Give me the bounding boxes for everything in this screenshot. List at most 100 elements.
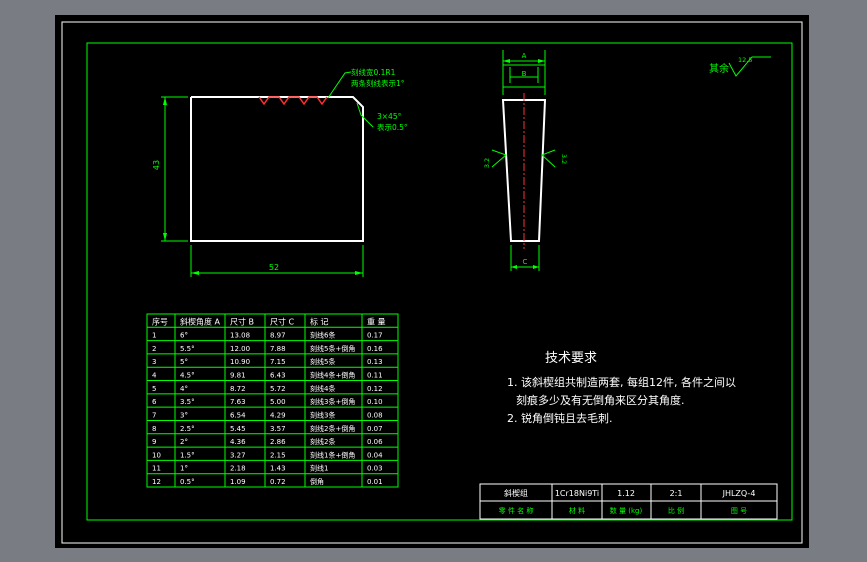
engraved-lines [258,96,328,106]
table-header-cell: 序号 [152,316,168,326]
roughness-right-value: 3.2 [560,154,568,164]
dim-width: 52 [269,263,279,272]
table-cell: 3.27 [230,451,246,459]
table-cell: 7.88 [270,345,286,353]
dim-B: B [522,70,527,78]
table-cell: 7.15 [270,358,286,366]
table-header-cell: 重 量 [367,316,386,326]
inner-frame [86,42,793,521]
table-cell: 4.36 [230,438,246,446]
table-cell: 4 [152,372,157,380]
table-cell: 8.97 [270,332,286,340]
table-cell: 刻线3条+倒角 [310,397,355,406]
table-cell: 7.63 [230,398,246,406]
table-cell: 刻线6条 [310,331,335,340]
table-cell: 3 [152,358,156,366]
table-cell: 8.72 [230,385,246,393]
table-cell: 6.54 [230,411,246,419]
table-cell: 2.86 [270,438,286,446]
table-cell: 0.06 [367,438,383,446]
table-cell: 0.04 [367,451,383,459]
table-header-cell: 斜楔角度 A [180,316,221,326]
table-cell: 4.5° [180,372,195,380]
table-cell: 1.43 [270,465,286,473]
table-cell: 7 [152,411,156,419]
tech-item-2: 2. 锐角倒钝且去毛刺. [507,411,613,425]
table-cell: 刻线2条+倒角 [310,424,355,433]
title-drawing-code: JHLZQ-4 [722,489,756,498]
table-cell: 3.5° [180,398,195,406]
table-cell: 0.17 [367,332,383,340]
table-header-cell: 标 记 [310,316,329,326]
table-cell: 9.81 [230,372,246,380]
tech-requirements: 技术要求 1. 该斜楔组共制造两套, 每组12件, 各件之间以 刻痕多少及有无倒… [507,351,736,425]
table-cell: 0.13 [367,358,383,366]
table-cell: 5° [180,358,188,366]
dim-height: 43 [152,160,161,170]
label-quantity: 数 量 (kg) [610,506,643,515]
front-view: 刻线宽0.1R1 两条刻线表示1° 3×45° 表示0.5° 43 52 [152,67,408,277]
table-header-cell: 尺寸 B [230,316,254,326]
table-cell: 2.5° [180,425,195,433]
note-two-lines: 两条刻线表示1° [351,78,405,88]
table-cell: 刻线5条+倒角 [310,344,355,353]
roughness-left-value: 3.2 [483,158,491,168]
table-cell: 6.43 [270,372,286,380]
roughness-left-icon [491,149,507,168]
table-cell: 2.18 [230,465,246,473]
table-cell: 13.08 [230,332,250,340]
table-cell: 0.12 [367,385,383,393]
table-header-cell: 尺寸 C [270,316,295,326]
table-cell: 0.01 [367,478,383,486]
tech-item-1b: 刻痕多少及有无倒角来区分其角度. [516,393,685,407]
label-material: 材 料 [569,506,585,515]
title-part-name: 斜楔组 [504,488,528,498]
roughness-value: 12.5 [738,56,752,64]
table-cell: 0.03 [367,465,383,473]
note-chamfer-angle: 表示0.5° [377,122,408,132]
table-cell: 0.11 [367,372,383,380]
table-cell: 3° [180,411,188,419]
dim-C: C [523,258,528,266]
table-cell: 5.45 [230,425,246,433]
table-cell: 0.5° [180,478,195,486]
table-cell: 2.15 [270,451,286,459]
note-chamfer: 3×45° [377,112,402,121]
table-cell: 刻线1条+倒角 [310,450,355,459]
table-cell: 1.09 [230,478,246,486]
table-cell: 1.5° [180,451,195,459]
drawing-sheet: 刻线宽0.1R1 两条刻线表示1° 3×45° 表示0.5° 43 52 A B… [55,15,809,548]
table-cell: 5 [152,385,156,393]
dim-A: A [522,52,527,60]
table-cell: 10 [152,451,161,459]
title-scale: 2:1 [670,489,683,498]
table-cell: 刻线4条+倒角 [310,371,355,380]
table-cell: 刻线1 [310,464,328,473]
table-cell: 2° [180,438,188,446]
label-part-name: 零 件 名 称 [499,506,534,515]
note-line-width: 刻线宽0.1R1 [351,67,396,77]
table-cell: 11 [152,465,161,473]
table-cell: 5.72 [270,385,286,393]
tech-item-1a: 1. 该斜楔组共制造两套, 每组12件, 各件之间以 [507,375,736,389]
table-cell: 0.07 [367,425,383,433]
table-cell: 5.00 [270,398,286,406]
table-cell: 9 [152,438,156,446]
table-cell: 1° [180,465,188,473]
drawing-canvas: 刻线宽0.1R1 两条刻线表示1° 3×45° 表示0.5° 43 52 A B… [61,21,803,544]
outer-border [61,21,803,544]
table-cell: 0.16 [367,345,383,353]
roughness-right-icon [541,149,556,168]
table-cell: 1 [152,332,156,340]
label-drawing-no: 图 号 [731,507,747,515]
table-cell: 刻线5条 [310,357,335,366]
table-cell: 倒角 [310,477,324,486]
table-cell: 10.90 [230,358,250,366]
table-cell: 6 [152,398,157,406]
title-material: 1Cr18Ni9Ti [555,489,599,498]
table-cell: 3.57 [270,425,286,433]
label-scale: 比 例 [668,506,684,515]
table-cell: 6° [180,332,188,340]
table-cell: 8 [152,425,156,433]
side-view: A B C 3.2 3.2 [483,50,568,271]
